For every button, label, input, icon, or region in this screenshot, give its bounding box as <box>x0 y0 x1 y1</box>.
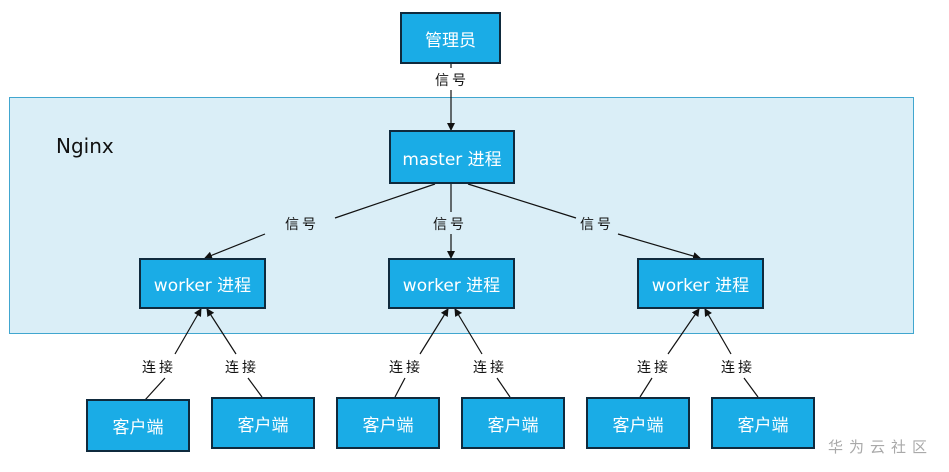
client-node-3: 客户端 <box>336 397 440 449</box>
edge-label-client-6-worker-3: 连接 <box>721 360 755 376</box>
client-node-2: 客户端 <box>211 397 315 449</box>
edge-label-client-4-worker-2: 连接 <box>473 360 507 376</box>
client-node-5: 客户端 <box>586 397 690 449</box>
edge-client-1-worker-1-b <box>174 308 202 355</box>
edge-client-1-worker-1-a <box>144 377 166 401</box>
client-node-6: 客户端 <box>711 397 815 449</box>
watermark: 华为云社区 <box>828 438 934 456</box>
edge-label-client-1-worker-1: 连接 <box>142 360 176 376</box>
edge-client-3-worker-2-a <box>394 377 406 398</box>
edge-label-client-3-worker-2: 连接 <box>389 360 423 376</box>
edge-master-worker-3-b <box>617 233 701 260</box>
admin-node: 管理员 <box>400 12 501 64</box>
edge-master-worker-3-a <box>467 183 577 219</box>
edge-client-3-worker-2-b <box>419 308 449 355</box>
worker-process-node-3: worker 进程 <box>637 258 764 309</box>
edge-label-master-worker-1: 信号 <box>285 217 319 233</box>
worker-process-node-2: worker 进程 <box>388 258 515 309</box>
worker-process-node-1: worker 进程 <box>139 258 266 309</box>
edge-client-5-worker-3-a <box>639 377 653 398</box>
master-process-node: master 进程 <box>389 130 515 184</box>
edge-client-6-worker-3-a <box>743 377 759 398</box>
edge-client-4-worker-2-b <box>454 308 483 355</box>
edge-client-2-worker-1-b <box>206 308 237 355</box>
edge-client-5-worker-3-b <box>667 308 700 355</box>
edge-client-6-worker-3-b <box>704 308 732 355</box>
edge-client-2-worker-1-a <box>247 377 263 398</box>
client-node-1: 客户端 <box>86 399 190 452</box>
edge-label-master-worker-2: 信号 <box>433 217 467 233</box>
edge-label-admin-master: 信号 <box>435 73 469 89</box>
edge-label-master-worker-3: 信号 <box>580 217 614 233</box>
client-node-4: 客户端 <box>461 397 565 449</box>
edge-label-client-5-worker-3: 连接 <box>637 360 671 376</box>
edge-master-worker-1-b <box>204 233 266 260</box>
edge-label-client-2-worker-1: 连接 <box>225 360 259 376</box>
edge-client-4-worker-2-a <box>496 377 511 398</box>
edge-master-worker-1-a <box>334 183 436 219</box>
